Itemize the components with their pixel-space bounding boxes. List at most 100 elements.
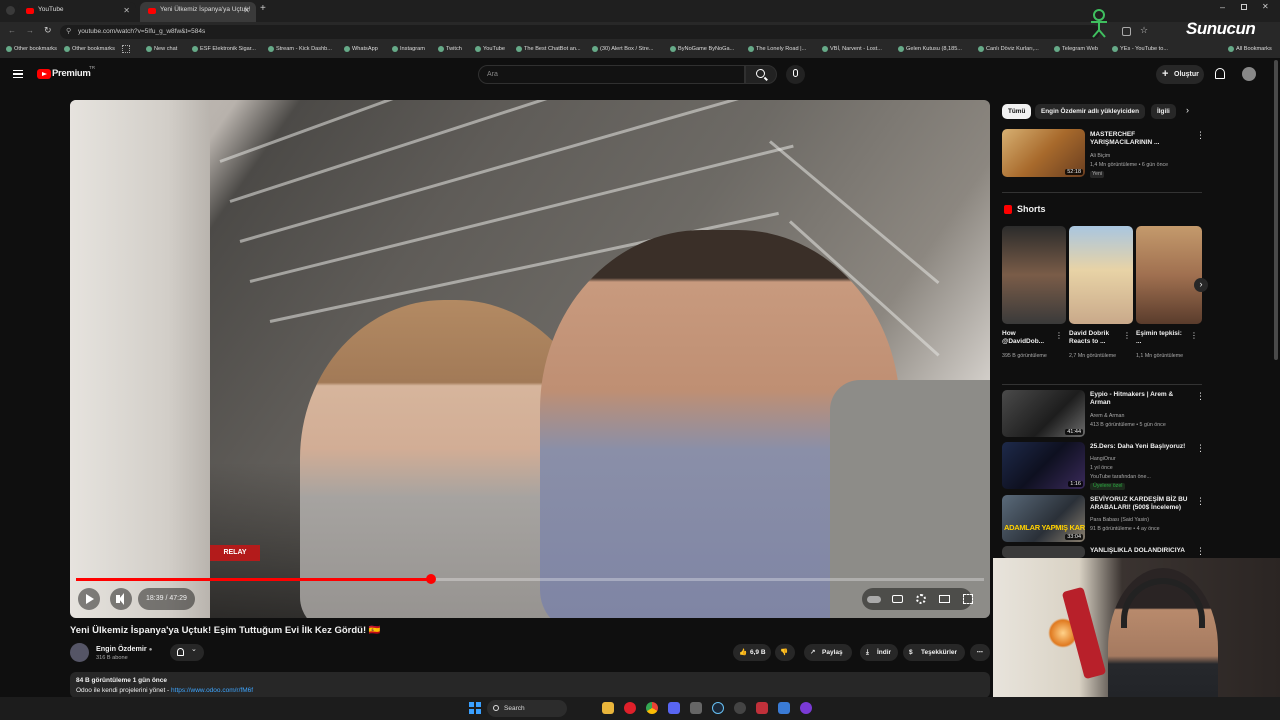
forward-icon[interactable]: → [26, 26, 34, 35]
settings-gear-icon[interactable] [916, 594, 926, 604]
taskbar-search[interactable]: Search [487, 700, 567, 717]
apps-grid-icon[interactable] [122, 45, 130, 53]
site-info-icon[interactable]: ⚲ [66, 25, 71, 39]
bookmark-item[interactable]: Other bookmarks [64, 46, 115, 52]
chip-from-uploader[interactable]: Engin Özdemir adlı yükleyiciden [1035, 104, 1146, 119]
chip-related[interactable]: İlgili [1151, 104, 1176, 119]
bookmark-item[interactable]: ByNoGame ByNoGa... [670, 46, 734, 52]
bookmark-item[interactable]: Stream - Kick Dashb... [268, 46, 332, 52]
menu-hamburger-icon[interactable] [13, 70, 23, 78]
fullscreen-icon[interactable] [963, 594, 973, 604]
search-button[interactable] [745, 65, 777, 84]
subscription-bell-button[interactable]: ⌄ [170, 644, 204, 661]
more-vert-icon[interactable]: ⋮ [1055, 331, 1063, 340]
play-button[interactable] [78, 588, 100, 610]
notifications-bell-icon[interactable] [1215, 68, 1225, 79]
discord-icon[interactable] [668, 702, 680, 714]
app-icon[interactable] [756, 702, 768, 714]
url-bar[interactable]: ⚲ youtube.com/watch?v=5Ifu_g_w8fw&t=584s [60, 25, 1100, 39]
app-icon[interactable] [734, 702, 746, 714]
related-channel[interactable]: Ali Biçim [1090, 153, 1110, 160]
share-button[interactable]: ↗ Paylaş [804, 644, 852, 661]
reload-icon[interactable]: ↻ [44, 25, 52, 36]
steam-icon[interactable] [712, 702, 724, 714]
bookmark-item[interactable]: VBİ, Narvent - Lost... [822, 46, 882, 52]
more-vert-icon[interactable]: ⋮ [1196, 496, 1205, 507]
voice-search-button[interactable] [786, 65, 805, 84]
download-button[interactable]: ⤓ İndir [860, 644, 898, 661]
channel-avatar[interactable] [70, 643, 89, 662]
file-explorer-icon[interactable] [602, 702, 614, 714]
short-thumbnail[interactable] [1002, 226, 1066, 324]
related-title[interactable]: Eypio - Hitmakers | Arem & Arman [1090, 391, 1190, 407]
related-title[interactable]: 25.Ders: Daha Yeni Başlıyoruz! [1090, 443, 1190, 451]
app-icon[interactable] [800, 702, 812, 714]
more-vert-icon[interactable]: ⋮ [1196, 130, 1205, 141]
browser-tab-active[interactable]: Yeni Ülkemiz İspanya'ya Uçtuk! ✕ [140, 2, 256, 22]
extension-icon[interactable] [1122, 27, 1131, 36]
bookmark-item[interactable]: YEs - YouTube to... [1112, 46, 1168, 52]
description-box[interactable]: 84 B görüntüleme 1 gün önce Odoo ile ken… [70, 672, 990, 698]
volume-button[interactable] [110, 588, 132, 610]
progress-scrubber[interactable] [426, 574, 437, 584]
window-close-icon[interactable]: ✕ [1262, 2, 1269, 11]
miniplayer-icon[interactable] [939, 595, 950, 603]
autoplay-toggle-icon[interactable] [867, 596, 881, 603]
chevron-right-icon[interactable]: › [1186, 105, 1189, 115]
subtitles-icon[interactable] [892, 595, 903, 603]
more-actions-button[interactable]: ⋯ [970, 644, 990, 661]
bookmark-item[interactable]: Gelen Kutusu (8,185... [898, 46, 962, 52]
bookmark-item[interactable]: ESF Elektronik Sigar... [192, 46, 256, 52]
related-thumbnail[interactable]: 41:44 [1002, 390, 1085, 437]
bookmark-item[interactable]: Canlı Döviz Kurları,... [978, 46, 1039, 52]
progress-bar[interactable] [76, 574, 984, 584]
bookmark-item[interactable]: Twitch [438, 46, 462, 52]
short-thumbnail[interactable] [1136, 226, 1202, 324]
bookmark-item[interactable]: New chat [146, 46, 177, 52]
more-vert-icon[interactable]: ⋮ [1196, 391, 1205, 402]
bookmark-item[interactable]: Instagram [392, 46, 425, 52]
video-player[interactable]: RELAY 18:39 / 47:29 [70, 100, 990, 618]
related-channel[interactable]: HangiOnur [1090, 456, 1116, 463]
related-title[interactable]: MASTERCHEF YARIŞMACILARININ ... [1090, 131, 1180, 147]
create-button[interactable]: + Oluştur [1156, 65, 1204, 84]
related-thumbnail[interactable] [1002, 546, 1085, 558]
short-title[interactable]: How @DavidDob... [1002, 330, 1052, 346]
bookmark-item[interactable]: Telegram Web [1054, 46, 1098, 52]
windows-start-icon[interactable] [469, 702, 481, 714]
description-link[interactable]: https://www.odoo.com/r/fM6f [171, 687, 253, 694]
more-vert-icon[interactable]: ⋮ [1196, 546, 1205, 557]
bookmark-star-icon[interactable]: ☆ [1140, 25, 1148, 36]
window-minimize-icon[interactable]: – [1220, 2, 1225, 12]
related-thumbnail[interactable]: ADAMLAR YAPMIŞ KARDE 33:04 [1002, 495, 1085, 542]
bookmark-item[interactable]: The Best ChatBot an... [516, 46, 581, 52]
short-thumbnail[interactable] [1069, 226, 1133, 324]
channel-name[interactable]: Engin Özdemir ● [96, 644, 152, 653]
tab-close-icon[interactable]: ✕ [123, 3, 130, 19]
bookmark-item[interactable]: (30) Alert Box / Stre... [592, 46, 653, 52]
bookmark-item[interactable]: WhatsApp [344, 46, 378, 52]
related-thumbnail[interactable]: 1:16 [1002, 442, 1085, 489]
short-title[interactable]: David Dobrik Reacts to ... [1069, 330, 1121, 346]
page-scrollbar[interactable] [1274, 60, 1278, 360]
related-channel[interactable]: Para Babası (Said Yasin) [1090, 517, 1149, 524]
shorts-next-icon[interactable]: › [1194, 278, 1208, 292]
app-icon[interactable] [778, 702, 790, 714]
related-thumbnail[interactable]: 52:18 [1002, 129, 1085, 177]
search-input[interactable]: Ara [478, 65, 745, 84]
avatar[interactable] [1242, 67, 1256, 81]
back-icon[interactable]: ← [8, 26, 16, 35]
bookmark-item[interactable]: The Lonely Road |... [748, 46, 806, 52]
more-vert-icon[interactable]: ⋮ [1190, 331, 1198, 340]
related-channel[interactable]: Arem & Arman [1090, 413, 1124, 420]
bookmark-item[interactable]: Other bookmarks [6, 46, 57, 52]
more-vert-icon[interactable]: ⋮ [1123, 331, 1131, 340]
bookmark-all[interactable]: All Bookmarks [1228, 46, 1272, 52]
short-title[interactable]: Eşimin tepkisi: ... [1136, 330, 1186, 346]
chip-all[interactable]: Tümü [1002, 104, 1032, 119]
related-title[interactable]: SEVİYORUZ KARDEŞİM BİZ BU ARABALARI! (50… [1090, 496, 1190, 512]
browser-tab-youtube[interactable]: YouTube ✕ [18, 2, 136, 22]
more-vert-icon[interactable]: ⋮ [1196, 443, 1205, 454]
dislike-button[interactable]: 👎 [775, 644, 795, 661]
tab-close-icon[interactable]: ✕ [243, 3, 250, 19]
